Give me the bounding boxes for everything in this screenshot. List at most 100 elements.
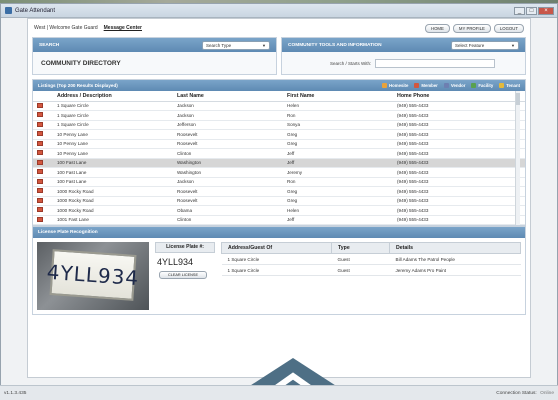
last-name-cell: Washington: [177, 158, 287, 168]
license-plate-image: 4YLL934: [46, 249, 140, 301]
member-icon: [37, 102, 43, 108]
close-button[interactable]: ×: [538, 6, 554, 15]
feature-select-value: Select Feature: [455, 42, 485, 48]
table-row[interactable]: 100 Fast Lane Jackson Ron (949) 555-4433: [33, 177, 525, 187]
row-icon-cell: [33, 148, 57, 159]
last-name-cell: Clinton: [177, 215, 287, 225]
welcome-row: West | Welcome Gate Guard Message Center…: [28, 19, 530, 37]
address-cell: 1000 Rocky Road: [57, 205, 177, 216]
first-name-cell: Jeff: [287, 148, 397, 159]
phone-cell: (949) 555-4433: [397, 110, 525, 121]
top-nav: HOME MY PROFILE LOGOUT: [424, 23, 524, 33]
maximize-button[interactable]: □: [526, 6, 537, 15]
first-name-cell: Jeff: [287, 158, 397, 168]
phone-cell: (949) 555-4433: [397, 148, 525, 159]
address-cell: 10 Penny Lane: [57, 139, 177, 149]
table-row[interactable]: 10 Penny Lane Clinton Jeff (949) 555-4433: [33, 148, 525, 159]
last-name-cell: Obama: [177, 205, 287, 216]
last-name-cell: Washington: [177, 167, 287, 178]
table-row[interactable]: 1000 Rocky Road Obama Helen (949) 555-4433: [33, 205, 525, 216]
address-cell: 1001 Fast Lane: [57, 215, 177, 225]
chevron-down-icon: ▼: [262, 42, 266, 48]
table-row[interactable]: 1001 Fast Lane Clinton Jeff (949) 555-4433: [33, 215, 525, 225]
table-row[interactable]: 100 Fast Lane Washington Jeremy (949) 555-4…: [33, 167, 525, 178]
status-bar: v1.1.3.435 Connection Status: Online: [0, 385, 558, 400]
connection-status-label: Connection Status:: [496, 390, 537, 396]
last-name-cell: Jackson: [177, 177, 287, 187]
match-row[interactable]: 1 Square Circle Guest Bill Adams The Patro…: [221, 253, 521, 265]
phone-cell: (949) 555-4433: [397, 129, 525, 140]
phone-cell: (949) 555-4433: [397, 139, 525, 149]
phone-cell: (949) 555-4433: [397, 158, 525, 168]
row-icon-cell: [33, 129, 57, 140]
first-name-cell: Jeremy: [287, 167, 397, 178]
plate-number-label: License Plate #:: [155, 242, 215, 253]
first-name-cell: Jeff: [287, 215, 397, 225]
row-icon-cell: [33, 139, 57, 149]
match-row[interactable]: 1 Square Circle Guest Jeremy Adams Pro Pai…: [221, 264, 521, 276]
first-name-cell: Greg: [287, 196, 397, 206]
last-name-cell: Jackson: [177, 110, 287, 121]
community-tools-body: Search / Starts With:: [282, 52, 525, 74]
table-row[interactable]: 1 Square Circle Jackson Helen (949) 555-443…: [33, 101, 525, 111]
address-cell: 1 Square Circle: [57, 110, 177, 121]
table-row[interactable]: 1000 Rocky Road Roosevelt Greg (949) 555-44…: [33, 186, 525, 197]
plate-matches-table: Address/Guest Of Type Details 1 Square C…: [221, 242, 521, 276]
community-tools-panel: COMMUNITY TOOLS AND INFORMATION Select F…: [281, 37, 526, 75]
feature-select[interactable]: Select Feature ▼: [451, 40, 519, 50]
legend-item-tenant: Tenant: [499, 83, 520, 88]
phone-cell: (949) 555-4433: [397, 167, 525, 178]
legend-label: Facility: [478, 83, 494, 88]
phone-cell: (949) 555-4433: [397, 120, 525, 130]
clear-license-button[interactable]: CLEAR LICENSE: [159, 271, 207, 279]
top-panels: SEARCH Search Type ▼ COMMUNITY DIRECTORY…: [28, 37, 530, 75]
first-name-cell: Greg: [287, 139, 397, 149]
search-input[interactable]: [375, 58, 496, 68]
table-row[interactable]: 1000 Rocky Road Roosevelt Greg (949) 555-44…: [33, 196, 525, 206]
address-cell: 10 Penny Lane: [57, 148, 177, 159]
table-row[interactable]: 1 Square Circle Jefferson Sonya (949) 555-4…: [33, 120, 525, 130]
last-name-cell: Clinton: [177, 148, 287, 159]
column-header-home-phone[interactable]: Home Phone: [397, 91, 525, 102]
plate-number-value: 4YLL934: [157, 257, 194, 267]
logout-button[interactable]: LOGOUT: [493, 23, 524, 33]
license-plate-title: License Plate Recognition: [38, 230, 98, 235]
license-plate-header: License Plate Recognition: [33, 227, 525, 238]
search-type-select[interactable]: Search Type ▼: [202, 40, 270, 50]
community-tools-title: COMMUNITY TOOLS AND INFORMATION: [288, 42, 382, 48]
last-name-cell: Roosevelt: [177, 196, 287, 206]
member-icon: [37, 150, 43, 156]
column-header-last-name[interactable]: Last Name: [177, 91, 287, 102]
title-bar: Gate Attendant _ □ ×: [1, 4, 557, 18]
column-header-address[interactable]: Address / Description: [57, 91, 177, 102]
row-icon-cell: [33, 167, 57, 178]
home-button[interactable]: HOME: [424, 23, 450, 33]
community-tools-header: COMMUNITY TOOLS AND INFORMATION Select F…: [282, 38, 525, 52]
version-text: v1.1.3.435: [4, 390, 27, 396]
minimize-button[interactable]: _: [514, 6, 525, 15]
address-cell: 1000 Rocky Road: [57, 186, 177, 197]
my-profile-button[interactable]: MY PROFILE: [452, 23, 491, 33]
app-icon: [5, 7, 12, 14]
last-name-cell: Jackson: [177, 101, 287, 111]
scrollbar-thumb[interactable]: [516, 93, 520, 105]
member-icon: [37, 131, 43, 137]
row-icon-cell: [33, 177, 57, 187]
table-row[interactable]: 10 Penny Lane Roosevelt Greg (949) 555-4433: [33, 129, 525, 140]
column-header-first-name[interactable]: First Name: [287, 91, 397, 102]
member-icon: [37, 178, 43, 184]
table-row[interactable]: 100 Fast Lane Washington Jeff (949) 555-443…: [33, 158, 525, 168]
match-details-cell: Bill Adams The Patrol People: [389, 253, 521, 265]
legend-label: Tenant: [506, 83, 520, 88]
table-row[interactable]: 1 Square Circle Jackson Ron (949) 555-4433: [33, 110, 525, 121]
plate-matches: Address/Guest Of Type Details 1 Square C…: [221, 242, 521, 310]
match-rows: 1 Square Circle Guest Bill Adams The Patro…: [221, 253, 521, 276]
search-panel-body: COMMUNITY DIRECTORY: [33, 52, 276, 74]
table-row[interactable]: 10 Penny Lane Roosevelt Greg (949) 555-4433: [33, 139, 525, 149]
listings-scrollbar[interactable]: [515, 91, 520, 225]
phone-cell: (949) 555-4433: [397, 196, 525, 206]
message-center-link[interactable]: Message Center: [104, 25, 142, 31]
tenant-icon: [499, 83, 505, 88]
row-icon-cell: [33, 196, 57, 206]
first-name-cell: Greg: [287, 186, 397, 197]
